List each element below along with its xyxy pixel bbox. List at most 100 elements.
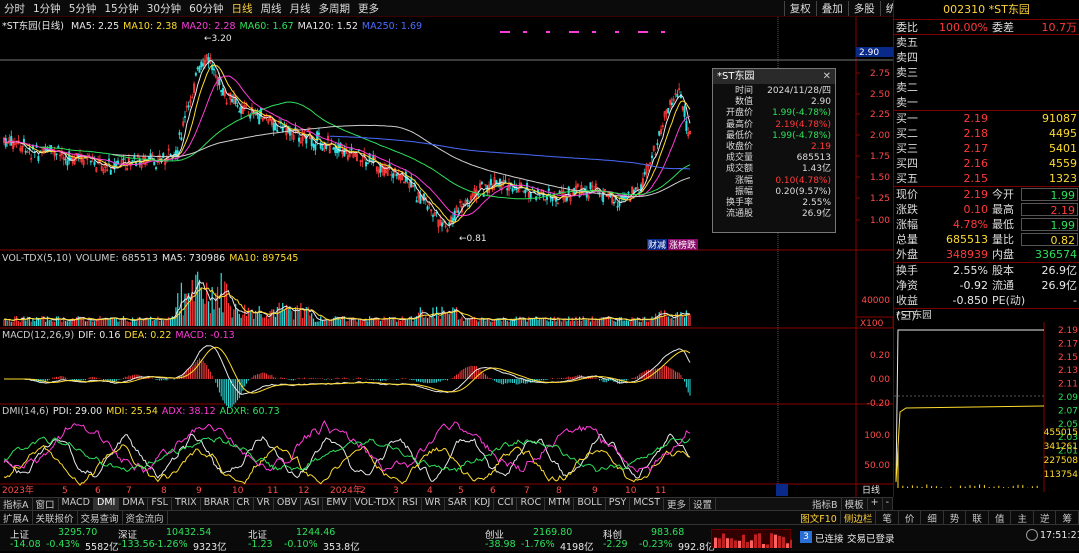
side-tab[interactable]: 主 [1011, 510, 1034, 525]
buy-level[interactable]: 买五 2.15 1323 [894, 171, 1079, 186]
side-tab[interactable]: 逆 [1034, 510, 1057, 525]
sell-level[interactable]: 卖五 [894, 35, 1079, 50]
bottom-tab[interactable]: 资金流向 [123, 510, 168, 525]
indicator-tab[interactable]: VOL-TDX [351, 497, 400, 511]
buy-level[interactable]: 买四 2.16 4559 [894, 156, 1079, 171]
period-tab[interactable]: 30分钟 [143, 1, 185, 16]
sell-level[interactable]: 卖四 [894, 50, 1079, 65]
notification-badge[interactable]: 3 [800, 531, 812, 543]
tooltip-key: 时间 [734, 86, 753, 96]
close-icon[interactable]: ✕ [823, 69, 831, 84]
indicator-tab[interactable]: VR [254, 497, 274, 511]
sell-level[interactable]: 卖三 [894, 65, 1079, 80]
tooltip-row: 成交量 685513 [713, 153, 835, 164]
side-tab[interactable]: 图文F10 [797, 510, 841, 525]
volume-bar [238, 313, 240, 326]
period-tab[interactable]: 更多 [354, 1, 383, 16]
bottom-tab[interactable]: 关联报价 [33, 510, 78, 525]
toolbar-button[interactable]: 叠加 [815, 0, 848, 16]
indicator-tab[interactable]: MCST [630, 497, 665, 511]
indicator-tab[interactable]: BOLL [574, 497, 606, 511]
candle-body [683, 106, 686, 117]
indicator-b-tab[interactable]: 指标B [809, 497, 842, 511]
volume-bar [345, 321, 347, 326]
indicator-tab[interactable]: DMI [94, 497, 120, 511]
side-tab[interactable]: 细 [921, 510, 944, 525]
volume-bar [202, 298, 204, 326]
stat-value: -0.92 [959, 279, 988, 292]
indicator-tab[interactable]: CR [234, 497, 254, 511]
tooltip-row: 收盘价 2.19 [713, 142, 835, 153]
tooltip-row: 流通股 26.9亿 [713, 209, 835, 220]
indicator-tab[interactable]: 窗口 [33, 497, 59, 511]
buy-level[interactable]: 买一 2.19 91087 [894, 111, 1079, 126]
period-tab[interactable]: 60分钟 [185, 1, 227, 16]
indicator-tab[interactable]: EMV [323, 497, 352, 511]
volume-bar [627, 321, 630, 326]
indicator-tab[interactable]: BRAR [201, 497, 234, 511]
volume-bar [685, 310, 687, 326]
indicator-tab[interactable]: PSY [606, 497, 631, 511]
ma-legend-item: MA5: 2.25 [71, 21, 120, 32]
period-tab[interactable]: 分时 [0, 1, 29, 16]
month-label: 10 [625, 486, 637, 496]
weicha-value: 10.7万 [1041, 21, 1078, 34]
indicator-tab[interactable]: FSL [148, 497, 172, 511]
period-tab[interactable]: 多周期 [315, 1, 355, 16]
buy-label: 买五 [896, 172, 918, 185]
side-tab[interactable]: 价 [899, 510, 922, 525]
indicator-tab[interactable]: 指标A [0, 497, 33, 511]
buy-level[interactable]: 买二 2.18 4495 [894, 126, 1079, 141]
index-value: 2169.80 [533, 527, 573, 538]
indicator-tab[interactable]: DMA [119, 497, 149, 511]
indicator-tab[interactable]: ASI [301, 497, 324, 511]
side-tab[interactable]: 联 [966, 510, 989, 525]
indicator-tab[interactable]: MTM [545, 497, 575, 511]
indicator-tab[interactable]: TRIX [172, 497, 201, 511]
side-tab[interactable]: 笔 [876, 510, 899, 525]
side-tab[interactable]: 筹 [1056, 510, 1079, 525]
index-status-bar: 上证 3295.70 -14.08 -0.43% 5582亿 深证 10432.54 -133… [0, 524, 1079, 553]
side-tab[interactable]: 势 [944, 510, 967, 525]
sell-level[interactable]: 卖一 [894, 95, 1079, 110]
toolbar-button[interactable]: 复权 [783, 0, 816, 16]
bottom-tab[interactable]: 扩展A [0, 510, 33, 525]
sell-level[interactable]: 卖二 [894, 80, 1079, 95]
indicator-tab[interactable]: KDJ [471, 497, 495, 511]
side-tab[interactable]: 侧边栏 [841, 510, 877, 525]
volume-bar [55, 316, 58, 326]
volume-bar [303, 310, 306, 326]
volume-bar [600, 317, 602, 326]
bottom-tab[interactable]: 交易查询 [78, 510, 123, 525]
indicator-b-tab[interactable]: 模板 [842, 497, 868, 511]
period-tab[interactable]: 月线 [286, 1, 315, 16]
scroll-thumb[interactable] [776, 484, 788, 496]
side-tab[interactable]: 值 [989, 510, 1012, 525]
toolbar-button[interactable]: 多股 [847, 0, 880, 16]
candle-body [457, 210, 460, 213]
volume-bar [101, 319, 103, 326]
indicator-tab[interactable]: WR [422, 497, 445, 511]
indicator-tab[interactable]: SAR [445, 497, 471, 511]
period-tab[interactable]: 1分钟 [29, 1, 65, 16]
indicator-tab[interactable]: OBV [274, 497, 302, 511]
indicator-tab[interactable]: CCI [494, 497, 518, 511]
buy-level[interactable]: 买三 2.17 5401 [894, 141, 1079, 156]
stat-label: 涨幅 [896, 218, 918, 231]
period-tab[interactable]: 15分钟 [100, 1, 142, 16]
candle-body [249, 114, 252, 119]
indicator-tab[interactable]: 设置 [690, 497, 717, 511]
volume-bar [376, 319, 378, 326]
indicator-tab[interactable]: ROC [517, 497, 546, 511]
volume-bar [251, 310, 253, 326]
indicator-tab[interactable]: 更多 [664, 497, 691, 511]
indicator-b-tab[interactable]: + [868, 497, 883, 511]
indicator-tab[interactable]: MACD [59, 497, 94, 511]
event-marker [546, 31, 550, 33]
period-tab[interactable]: 周线 [257, 1, 286, 16]
period-tab[interactable]: 日线 [228, 1, 257, 16]
month-label: 5 [62, 486, 68, 496]
period-tab[interactable]: 5分钟 [65, 1, 101, 16]
indicator-b-tab[interactable]: - [883, 497, 893, 511]
indicator-tab[interactable]: RSI [399, 497, 422, 511]
